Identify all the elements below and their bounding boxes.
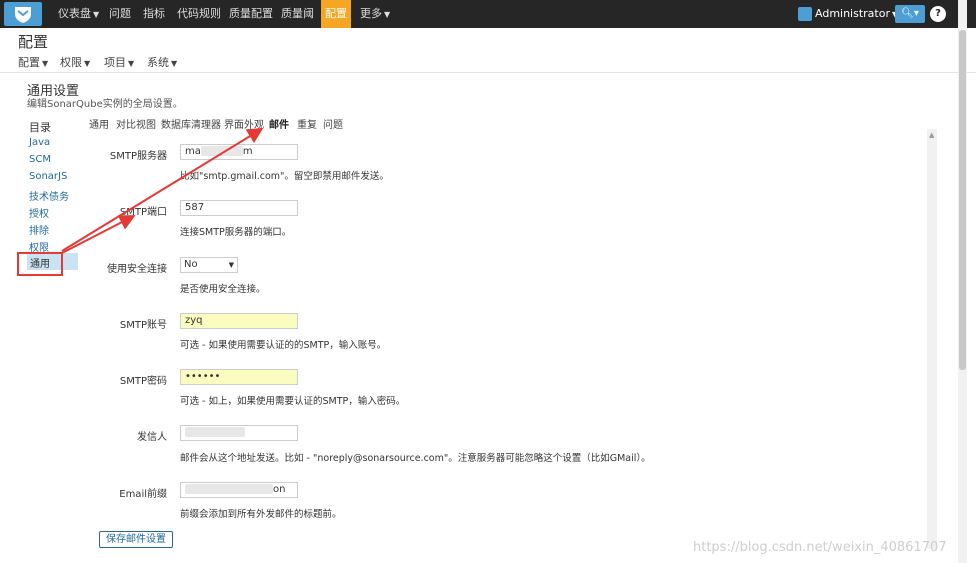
nav-measures[interactable]: 指标 xyxy=(143,0,165,28)
help-icon[interactable]: ? xyxy=(930,6,946,22)
nav-quality-gates[interactable]: 质量阈 xyxy=(281,0,314,28)
smtp-user-label: SMTP账号 xyxy=(119,320,167,331)
email-prefix-help: 前缀会添加到所有外发邮件的标题前。 xyxy=(180,509,342,520)
category-technical-debt[interactable]: 技术债务 xyxy=(29,188,69,203)
from-input[interactable] xyxy=(180,425,298,441)
nav-issues[interactable]: 问题 xyxy=(109,0,131,28)
scroll-up-icon[interactable]: ▲ xyxy=(929,131,934,139)
search-icon: 🔍︎ xyxy=(901,8,914,19)
section-description: 编辑SonarQube实例的全局设置。 xyxy=(27,99,183,110)
sonarqube-logo[interactable] xyxy=(4,2,42,26)
category-exclusions[interactable]: 排除 xyxy=(29,222,49,237)
category-header: 目录 xyxy=(29,121,51,134)
tab-issues[interactable]: 问题 xyxy=(323,116,343,131)
inner-scrollbar[interactable] xyxy=(927,129,937,549)
subnav-security[interactable]: 权限 ▼ xyxy=(60,54,90,70)
smtp-port-label: SMTP端口 xyxy=(119,207,167,218)
page-title: 配置 xyxy=(18,33,49,51)
nav-more[interactable]: 更多 ▼ xyxy=(360,0,390,28)
secure-connection-select[interactable]: No ▼ xyxy=(180,257,238,273)
nav-rules[interactable]: 代码规则 xyxy=(177,0,221,28)
smtp-host-input[interactable]: ma m xyxy=(180,144,298,160)
secure-connection-help: 是否使用安全连接。 xyxy=(180,284,266,295)
smtp-host-label: SMTP服务器 xyxy=(109,151,167,162)
subnav-settings[interactable]: 配置 ▼ xyxy=(18,54,48,70)
header-divider xyxy=(0,72,976,73)
tab-general[interactable]: 通用 xyxy=(89,116,109,131)
category-authorization[interactable]: 授权 xyxy=(29,205,49,220)
redacted-text xyxy=(185,427,245,437)
caret-down-icon: ▼ xyxy=(384,10,391,19)
watermark: https://blog.csdn.net/weixin_40861707 xyxy=(693,540,947,555)
redacted-text xyxy=(200,146,243,156)
search-button[interactable]: 🔍︎▾ xyxy=(895,5,925,23)
tab-duplications[interactable]: 重复 xyxy=(297,116,317,131)
tab-db-cleaner[interactable]: 数据库清理器 xyxy=(161,116,221,131)
smtp-port-help: 连接SMTP服务器的端口。 xyxy=(180,227,292,238)
shield-icon xyxy=(15,7,31,23)
smtp-port-input[interactable]: 587 xyxy=(180,200,298,216)
smtp-user-input[interactable]: zyq xyxy=(180,313,298,329)
user-menu[interactable]: Administrator▼ xyxy=(798,0,898,28)
tab-email[interactable]: 邮件 xyxy=(269,116,289,131)
smtp-password-help: 可选 - 如上，如果使用需要认证的SMTP，输入密码。 xyxy=(180,396,406,407)
dropdown-arrow-icon: ▼ xyxy=(228,261,234,269)
smtp-user-help: 可选 - 如果使用需要认证的的SMTP，输入账号。 xyxy=(180,340,387,351)
annotation-arrows xyxy=(61,127,264,254)
secure-connection-label: 使用安全连接 xyxy=(107,264,167,275)
from-label: 发信人 xyxy=(137,432,167,443)
nav-quality-profiles[interactable]: 质量配置 xyxy=(229,0,273,28)
tab-diff-view[interactable]: 对比视图 xyxy=(116,116,156,131)
smtp-password-input[interactable]: •••••• xyxy=(180,369,298,385)
email-prefix-label: Email前缀 xyxy=(119,489,167,500)
save-email-settings-button[interactable]: 保存邮件设置 xyxy=(99,531,173,548)
category-sonarjs[interactable]: SonarJS xyxy=(29,171,67,182)
category-scm[interactable]: SCM xyxy=(29,154,51,165)
user-avatar-icon xyxy=(798,7,812,21)
tab-look-and-feel[interactable]: 界面外观 xyxy=(224,116,264,131)
subnav-projects[interactable]: 项目 ▼ xyxy=(104,54,134,70)
from-help: 邮件会从这个地址发送。比如 - "noreply@sonarsource.com… xyxy=(180,453,651,464)
highlight-box xyxy=(17,252,63,276)
arrow-to-smtp-port xyxy=(61,215,136,254)
smtp-host-help: 比如"smtp.gmail.com"。留空即禁用邮件发送。 xyxy=(180,171,389,182)
smtp-password-label: SMTP密码 xyxy=(119,376,167,387)
top-navigation-bar: 仪表盘 ▼ 问题 指标 代码规则 质量配置 质量阈 配置 更多 ▼ Administ… xyxy=(0,0,976,28)
email-prefix-input[interactable]: on xyxy=(180,482,298,498)
caret-down-icon: ▼ xyxy=(93,10,100,19)
nav-dashboards[interactable]: 仪表盘 ▼ xyxy=(58,0,99,28)
category-java[interactable]: Java xyxy=(29,137,50,148)
subnav-system[interactable]: 系统 ▼ xyxy=(147,54,177,70)
nav-settings[interactable]: 配置 xyxy=(321,0,351,28)
page-scrollbar-thumb[interactable] xyxy=(959,30,966,370)
redacted-text xyxy=(185,484,273,494)
